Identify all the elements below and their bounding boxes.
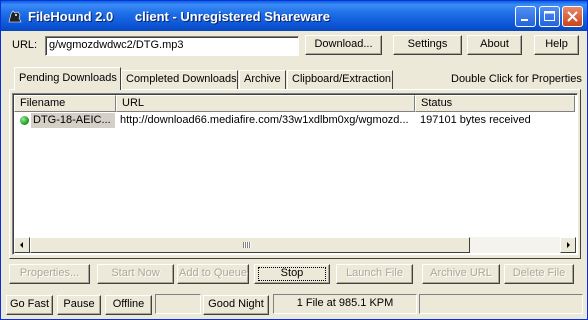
add-to-queue-button[interactable]: Add to Queue: [177, 264, 249, 284]
properties-button[interactable]: Properties...: [9, 264, 90, 284]
maximize-button[interactable]: [539, 6, 560, 27]
delete-file-button[interactable]: Delete File: [504, 264, 574, 284]
column-header-filename[interactable]: Filename: [14, 95, 116, 112]
maximize-icon: [544, 11, 555, 21]
hound-icon: [7, 8, 23, 24]
scroll-left-button[interactable]: [14, 237, 30, 253]
help-button[interactable]: Help: [534, 35, 579, 55]
status-dot-icon: [20, 116, 29, 125]
arrow-left-icon: [20, 242, 23, 248]
go-fast-button[interactable]: Go Fast: [6, 295, 53, 315]
launch-file-button[interactable]: Launch File: [336, 264, 413, 284]
settings-button[interactable]: Settings: [393, 35, 462, 55]
url-label: URL:: [12, 39, 38, 51]
tab-clipboard-extraction[interactable]: Clipboard/Extraction: [287, 70, 393, 89]
close-icon: [567, 11, 578, 22]
row-url: http://download66.mediafire.com/33w1xdlb…: [120, 114, 409, 126]
tab-completed-downloads[interactable]: Completed Downloads: [121, 70, 238, 89]
stop-button[interactable]: Stop: [254, 264, 330, 284]
tab-hint-text: Double Click for Properties: [451, 73, 582, 85]
window-title: FileHound 2.0 client - Unregistered Shar…: [28, 9, 330, 24]
table-row[interactable]: DTG-18-AEIC... http://download66.mediafi…: [14, 112, 574, 129]
status-cell-blank: [155, 294, 201, 314]
status-info-text: 1 File at 985.1 KPM: [296, 297, 394, 309]
column-header-status[interactable]: Status: [415, 95, 575, 112]
grip-icon: [243, 242, 251, 248]
download-button[interactable]: Download...: [305, 35, 382, 55]
row-filename: DTG-18-AEIC...: [31, 113, 115, 128]
horizontal-scrollbar[interactable]: [14, 237, 576, 253]
status-cell-empty: [419, 294, 583, 314]
offline-button[interactable]: Offline: [105, 295, 152, 315]
minimize-icon: [521, 19, 528, 21]
good-night-button[interactable]: Good Night: [203, 295, 269, 315]
arrow-right-icon: [567, 242, 570, 248]
archive-url-button[interactable]: Archive URL: [422, 264, 500, 284]
close-button[interactable]: [562, 6, 583, 27]
title-bar[interactable]: FileHound 2.0 client - Unregistered Shar…: [1, 1, 587, 31]
tab-archive[interactable]: Archive: [239, 70, 286, 89]
pause-button[interactable]: Pause: [57, 295, 101, 315]
scroll-right-button[interactable]: [560, 237, 576, 253]
app-window: FileHound 2.0 client - Unregistered Shar…: [0, 0, 588, 320]
minimize-button[interactable]: [515, 6, 536, 27]
about-button[interactable]: About: [467, 35, 522, 55]
scroll-thumb[interactable]: [30, 237, 470, 253]
row-status: 197101 bytes received: [420, 114, 531, 126]
url-input[interactable]: g/wgmozdwdwc2/DTG.mp3: [45, 36, 299, 56]
tab-pending-downloads[interactable]: Pending Downloads: [14, 67, 121, 90]
column-header-url[interactable]: URL: [116, 95, 415, 112]
downloads-list[interactable]: Filename URL Status DTG-18-AEIC... http:…: [12, 93, 578, 255]
start-now-button[interactable]: Start Now: [97, 264, 174, 284]
